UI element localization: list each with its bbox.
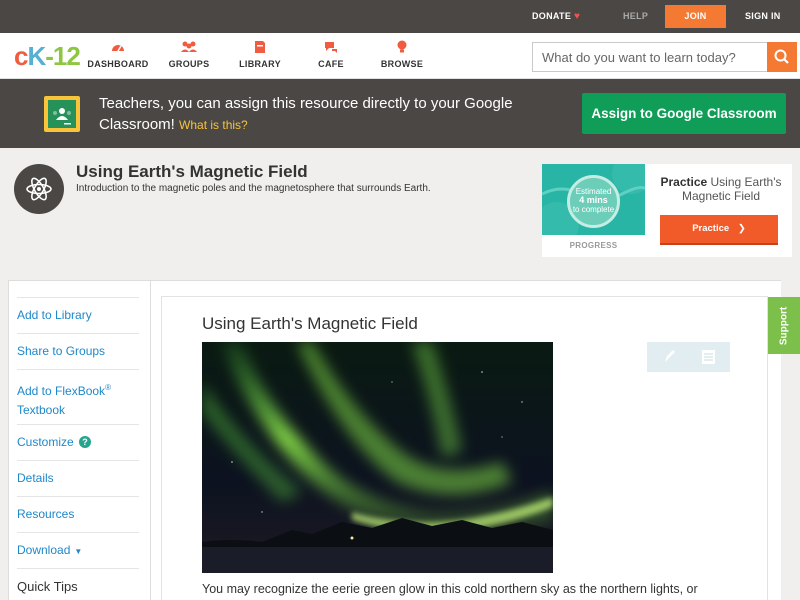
textbook-label: Textbook: [17, 403, 66, 417]
logo-num: 12: [52, 41, 81, 71]
help-link[interactable]: HELP: [623, 0, 648, 33]
search-icon: [774, 49, 789, 64]
google-classroom-icon: [44, 96, 80, 132]
northern-lights-image: [202, 342, 553, 573]
nav-dashboard[interactable]: DASHBOARD: [83, 39, 153, 69]
nav-library-label: LIBRARY: [239, 59, 281, 69]
library-icon: [255, 41, 265, 53]
nav-dashboard-label: DASHBOARD: [87, 59, 149, 69]
practice-button[interactable]: Practice ❯: [660, 215, 778, 245]
nav-groups[interactable]: GROUPS: [154, 39, 224, 69]
join-button[interactable]: JOIN: [665, 5, 726, 28]
nav-groups-label: GROUPS: [168, 59, 210, 69]
logo-dash: -: [45, 41, 54, 71]
classroom-message-text: Teachers, you can assign this resource d…: [99, 95, 513, 133]
content-title: Using Earth's Magnetic Field: [202, 314, 418, 333]
sidebar-share-to-groups[interactable]: Share to Groups: [17, 333, 139, 361]
top-utility-bar: DONATE ♥ HELP JOIN SIGN IN: [0, 0, 800, 33]
practice-button-label: Practice: [692, 223, 730, 234]
donate-label: DONATE: [532, 11, 572, 21]
classroom-message: Teachers, you can assign this resource d…: [99, 93, 519, 136]
practice-title: Practice Using Earth's Magnetic Field: [650, 175, 792, 203]
caret-down-icon: ▼: [74, 547, 83, 556]
nav-library[interactable]: LIBRARY: [225, 39, 295, 69]
badge-minutes: 4 mins: [579, 195, 608, 205]
progress-label: PROGRESS: [569, 241, 618, 250]
ck12-logo[interactable]: cK-12: [14, 41, 81, 71]
assign-google-classroom-button[interactable]: Assign to Google Classroom: [582, 93, 786, 134]
what-is-this-link[interactable]: What is this?: [179, 118, 248, 132]
registered-mark: ®: [105, 383, 111, 392]
browse-icon: [397, 40, 407, 53]
sidebar-download[interactable]: Download ▼: [17, 532, 139, 561]
dashboard-icon: [112, 45, 124, 52]
sidebar-add-to-library[interactable]: Add to Library: [17, 297, 139, 325]
content-body: You may recognize the eerie green glow i…: [202, 582, 698, 596]
donate-link[interactable]: DONATE ♥: [532, 0, 580, 33]
page-title: Using Earth's Magnetic Field: [76, 162, 308, 181]
practice-card: Estimated 4 mins to complete PROGRESS Pr…: [542, 164, 792, 257]
practice-title-bold: Practice: [660, 175, 708, 189]
nav-browse-label: BROWSE: [380, 59, 424, 69]
cafe-icon: [325, 42, 337, 53]
badge-to-complete: to complete: [572, 205, 615, 214]
content-tools: [647, 342, 730, 372]
search-box: [532, 42, 797, 72]
search-button[interactable]: [767, 42, 797, 72]
logo-c: c: [14, 41, 29, 71]
atom-icon: [14, 164, 64, 214]
sidebar-quick-tips[interactable]: Quick Tips: [17, 568, 139, 596]
sign-in-link[interactable]: SIGN IN: [745, 0, 781, 33]
pencil-icon[interactable]: [665, 350, 675, 362]
chevron-right-icon: ❯: [737, 223, 746, 234]
heart-icon: ♥: [573, 11, 581, 22]
estimated-time-badge: Estimated 4 mins to complete: [567, 175, 620, 228]
sidebar: Add to Library Share to Groups Add to Fl…: [8, 280, 151, 600]
practice-thumbnail: Estimated 4 mins to complete: [542, 164, 645, 235]
search-input[interactable]: [533, 43, 767, 71]
download-label: Download: [17, 543, 71, 557]
help-icon[interactable]: ?: [79, 436, 92, 448]
customize-label: Customize: [17, 435, 74, 449]
groups-icon: [181, 41, 197, 52]
sidebar-details[interactable]: Details: [17, 460, 139, 488]
nav-cafe[interactable]: CAFE: [296, 39, 366, 69]
support-tab[interactable]: Support: [768, 297, 800, 354]
page-subtitle: Introduction to the magnetic poles and t…: [76, 183, 431, 194]
sidebar-add-to-flexbook[interactable]: Add to FlexBook® Textbook: [17, 369, 139, 420]
nav-cafe-label: CAFE: [318, 59, 344, 69]
nav-browse[interactable]: BROWSE: [367, 39, 437, 69]
add-flexbook-label: Add to FlexBook: [17, 384, 106, 398]
sidebar-resources[interactable]: Resources: [17, 496, 139, 524]
support-label: Support: [778, 306, 790, 345]
logo-k: K: [27, 41, 46, 71]
sidebar-customize[interactable]: Customize ?: [17, 424, 139, 452]
main-nav: cK-12 DASHBOARD GROUPS LIBRARY CAFE BROW…: [0, 33, 800, 79]
notes-icon[interactable]: [702, 350, 715, 364]
